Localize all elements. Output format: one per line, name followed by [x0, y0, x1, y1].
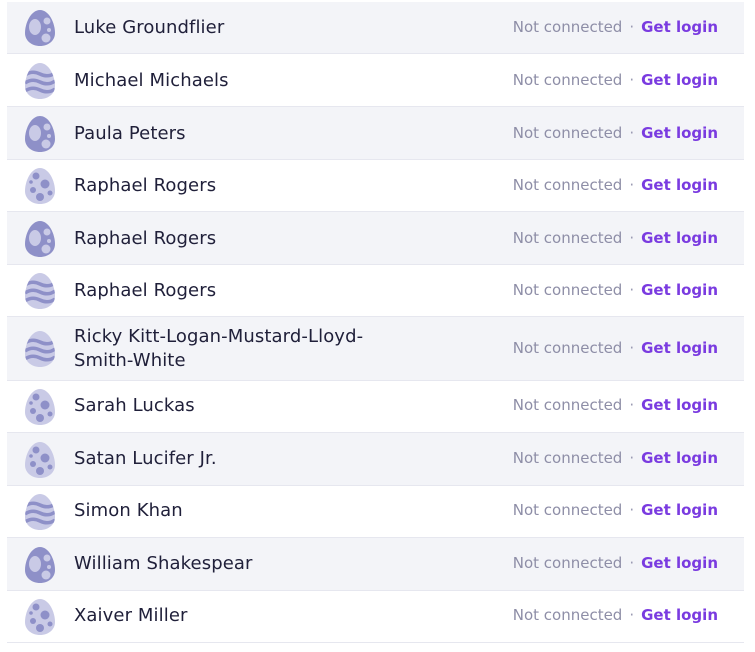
- separator-dot: ·: [629, 396, 635, 414]
- user-row[interactable]: William Shakespear Not connected · Get l…: [7, 538, 744, 591]
- connection-status: Not connected: [512, 501, 623, 519]
- separator-dot: ·: [629, 71, 635, 89]
- user-name: Xaiver Miller: [74, 605, 188, 626]
- user-row[interactable]: Raphael Rogers Not connected · Get login: [7, 212, 744, 265]
- user-name: Luke Groundflier: [74, 17, 225, 38]
- egg-waves-icon: [25, 494, 55, 530]
- get-login-link[interactable]: Get login: [641, 606, 718, 624]
- separator-dot: ·: [629, 554, 635, 572]
- egg-big-spots-icon: [25, 221, 55, 257]
- connection-status: Not connected: [512, 339, 623, 357]
- user-row[interactable]: Paula Peters Not connected · Get login: [7, 107, 744, 160]
- connection-status: Not connected: [512, 18, 623, 36]
- user-name: Satan Lucifer Jr.: [74, 448, 217, 469]
- separator-dot: ·: [629, 449, 635, 467]
- get-login-link[interactable]: Get login: [641, 396, 718, 414]
- separator-dot: ·: [629, 229, 635, 247]
- separator-dot: ·: [629, 606, 635, 624]
- user-row[interactable]: Raphael Rogers Not connected · Get login: [7, 265, 744, 317]
- separator-dot: ·: [629, 124, 635, 142]
- get-login-link[interactable]: Get login: [641, 554, 718, 572]
- user-name: William Shakespear: [74, 553, 253, 574]
- separator-dot: ·: [629, 339, 635, 357]
- egg-waves-icon: [25, 331, 55, 367]
- get-login-link[interactable]: Get login: [641, 71, 718, 89]
- get-login-link[interactable]: Get login: [641, 449, 718, 467]
- connection-status: Not connected: [512, 449, 623, 467]
- user-name: Paula Peters: [74, 123, 186, 144]
- get-login-link[interactable]: Get login: [641, 124, 718, 142]
- connection-status: Not connected: [512, 396, 623, 414]
- connection-status: Not connected: [512, 176, 623, 194]
- user-name: Ricky Kitt-Logan-Mustard-Lloyd-Smith-Whi…: [74, 326, 364, 371]
- connection-status: Not connected: [512, 124, 623, 142]
- user-row[interactable]: Sarah Luckas Not connected · Get login: [7, 381, 744, 433]
- connection-status: Not connected: [512, 606, 623, 624]
- user-name: Raphael Rogers: [74, 228, 217, 249]
- separator-dot: ·: [629, 501, 635, 519]
- user-row[interactable]: Luke Groundflier Not connected · Get log…: [7, 2, 744, 54]
- user-row[interactable]: Michael Michaels Not connected · Get log…: [7, 54, 744, 107]
- get-login-link[interactable]: Get login: [641, 18, 718, 36]
- connection-status: Not connected: [512, 554, 623, 572]
- user-row[interactable]: Xaiver Miller Not connected · Get login: [7, 591, 744, 643]
- user-name: Raphael Rogers: [74, 280, 217, 301]
- separator-dot: ·: [629, 176, 635, 194]
- user-row[interactable]: Ricky Kitt-Logan-Mustard-Lloyd-Smith-Whi…: [7, 317, 744, 381]
- separator-dot: ·: [629, 281, 635, 299]
- egg-small-spots-icon: [25, 442, 55, 478]
- user-row[interactable]: Satan Lucifer Jr. Not connected · Get lo…: [7, 433, 744, 486]
- egg-waves-icon: [25, 63, 55, 99]
- connection-status: Not connected: [512, 281, 623, 299]
- user-name: Sarah Luckas: [74, 395, 195, 416]
- egg-small-spots-icon: [25, 599, 55, 635]
- egg-big-spots-icon: [25, 547, 55, 583]
- connection-status: Not connected: [512, 71, 623, 89]
- egg-waves-icon: [25, 273, 55, 309]
- get-login-link[interactable]: Get login: [641, 281, 718, 299]
- get-login-link[interactable]: Get login: [641, 501, 718, 519]
- user-row[interactable]: Simon Khan Not connected · Get login: [7, 486, 744, 538]
- user-row[interactable]: Raphael Rogers Not connected · Get login: [7, 160, 744, 212]
- get-login-link[interactable]: Get login: [641, 176, 718, 194]
- user-name: Simon Khan: [74, 500, 183, 521]
- egg-small-spots-icon: [25, 168, 55, 204]
- egg-small-spots-icon: [25, 389, 55, 425]
- get-login-link[interactable]: Get login: [641, 229, 718, 247]
- get-login-link[interactable]: Get login: [641, 339, 718, 357]
- user-name: Raphael Rogers: [74, 175, 217, 196]
- egg-big-spots-icon: [25, 116, 55, 152]
- user-name: Michael Michaels: [74, 70, 229, 91]
- connection-status: Not connected: [512, 229, 623, 247]
- egg-big-spots-icon: [25, 10, 55, 46]
- separator-dot: ·: [629, 18, 635, 36]
